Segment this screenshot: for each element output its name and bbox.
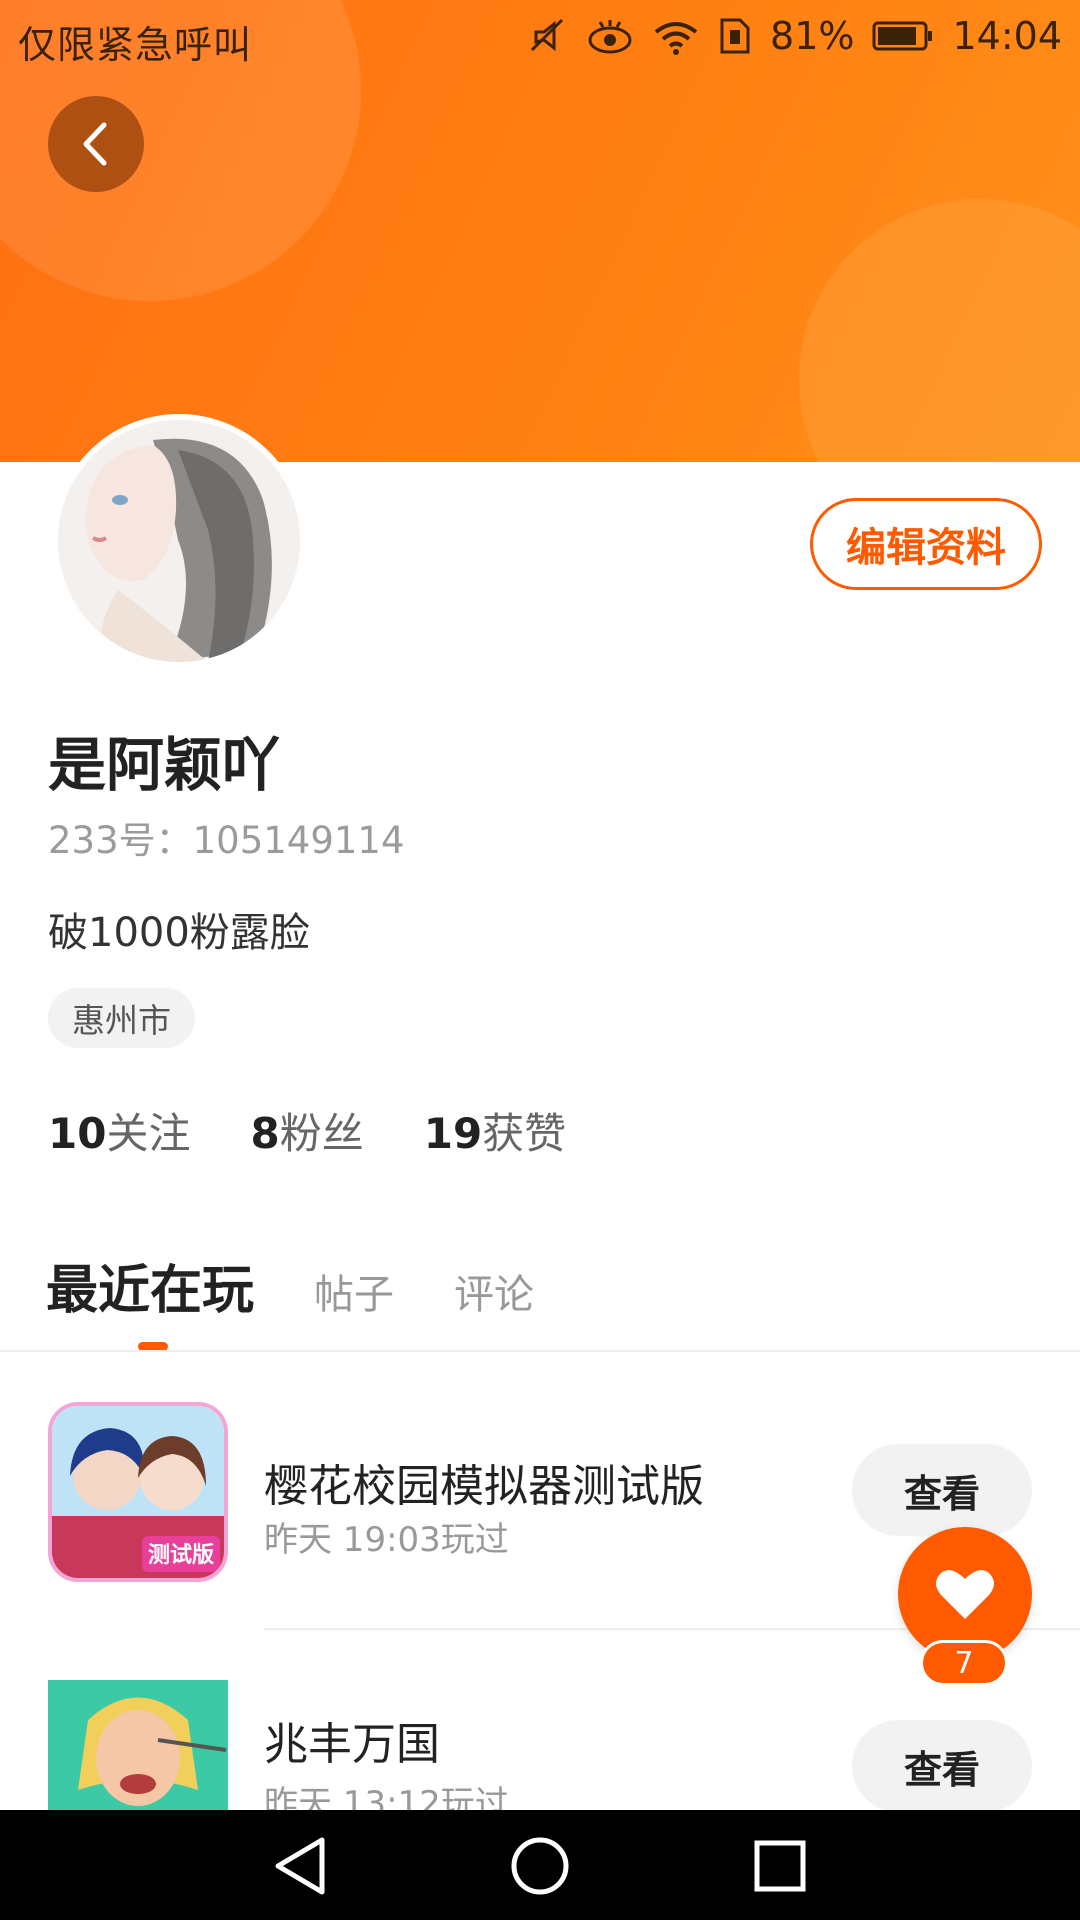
view-button[interactable]: 查看 <box>852 1444 1032 1536</box>
username: 是阿颖吖 <box>48 731 281 799</box>
game-title: 樱花校园模拟器测试版 <box>264 1461 704 1512</box>
profile-header-banner: 仅限紧急呼叫 81% 14:04 <box>0 0 1080 462</box>
stat-label: 获赞 <box>482 1109 567 1158</box>
game-play-time: 昨天 13:12玩过 <box>264 1784 509 1810</box>
stats-row: 10关注 8粉丝 19获赞 <box>48 1100 566 1161</box>
stat-value: 8 <box>250 1109 280 1158</box>
status-icons: 81% 14:04 <box>528 14 1062 58</box>
nav-home-button[interactable] <box>508 1834 572 1898</box>
like-count-badge: 7 <box>920 1640 1008 1686</box>
game-icon: 测试版 <box>48 1402 228 1582</box>
stat-label: 粉丝 <box>279 1109 364 1158</box>
sim-icon <box>720 18 750 54</box>
chevron-left-icon <box>83 122 107 166</box>
stat-following[interactable]: 10关注 <box>48 1100 190 1161</box>
status-bar: 仅限紧急呼叫 81% 14:04 <box>0 0 1080 76</box>
back-button[interactable] <box>48 96 144 192</box>
view-button[interactable]: 查看 <box>852 1720 1032 1810</box>
tabs-divider <box>0 1350 1080 1352</box>
game-icon-badge: 测试版 <box>148 1543 214 1568</box>
stat-followers[interactable]: 8粉丝 <box>250 1100 363 1161</box>
mute-icon <box>530 18 564 52</box>
user-id: 233号：105149114 <box>48 819 405 862</box>
profile-tabs: 最近在玩 帖子 评论 <box>46 1248 534 1323</box>
wifi-icon <box>654 22 698 55</box>
nav-recents-button[interactable] <box>748 1834 812 1898</box>
location-tag: 惠州市 <box>48 988 195 1048</box>
edit-profile-button[interactable]: 编辑资料 <box>810 498 1042 590</box>
list-item[interactable]: 兆丰万国 昨天 13:12玩过 查看 <box>0 1680 1080 1810</box>
game-title: 兆丰万国 <box>264 1719 440 1770</box>
heart-icon <box>936 1570 994 1619</box>
stat-value: 19 <box>423 1109 483 1158</box>
system-navigation-bar <box>0 1810 1080 1920</box>
tab-recently-played[interactable]: 最近在玩 <box>46 1248 254 1323</box>
tab-comments[interactable]: 评论 <box>454 1262 534 1320</box>
stat-label: 关注 <box>106 1109 191 1158</box>
nav-recents-icon <box>754 1840 806 1892</box>
nav-back-icon <box>275 1837 325 1895</box>
tab-posts[interactable]: 帖子 <box>314 1262 394 1320</box>
battery-percent: 81% <box>770 14 855 58</box>
battery-icon <box>872 21 933 51</box>
clock: 14:04 <box>952 14 1062 58</box>
eye-icon <box>588 20 632 54</box>
carrier-text: 仅限紧急呼叫 <box>18 23 253 67</box>
stat-value: 10 <box>48 1109 107 1158</box>
nav-back-button[interactable] <box>268 1834 332 1898</box>
bio: 破1000粉露脸 <box>48 910 310 956</box>
game-icon <box>48 1680 228 1810</box>
avatar[interactable] <box>52 414 306 668</box>
nav-home-icon <box>511 1837 569 1895</box>
stat-likes[interactable]: 19获赞 <box>424 1100 566 1161</box>
avatar-image <box>58 420 300 662</box>
game-play-time: 昨天 19:03玩过 <box>264 1520 509 1560</box>
